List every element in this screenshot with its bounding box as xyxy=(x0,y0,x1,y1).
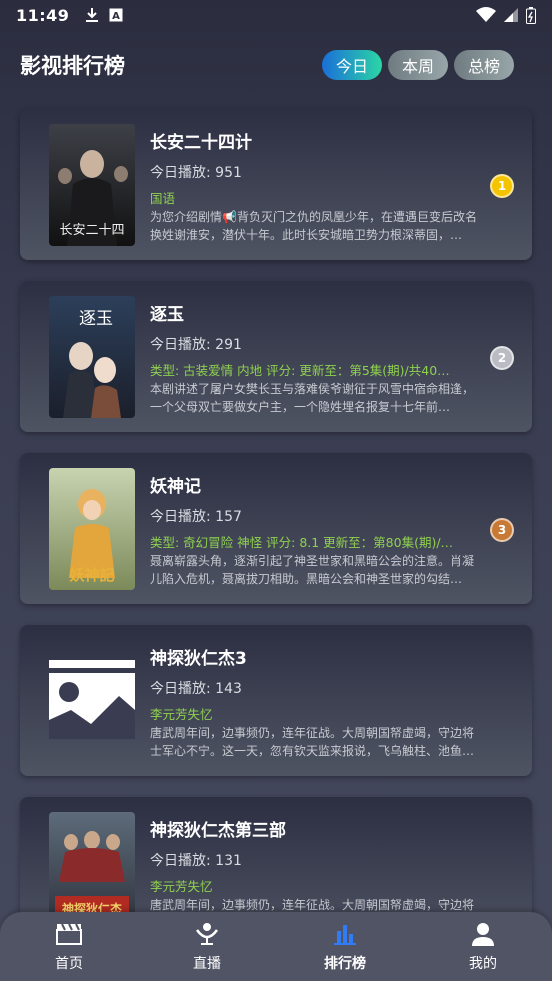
nav-profile[interactable]: 我的 xyxy=(423,921,543,973)
play-count: 今日播放: 131 xyxy=(150,853,242,869)
nav-ranking-label: 排行榜 xyxy=(324,955,366,972)
header: 影视排行榜 今日 本周 总榜 xyxy=(20,48,514,82)
svg-text:A: A xyxy=(113,11,121,22)
ranking-card[interactable]: 妖神記 妖神记 今日播放: 157 类型: 奇幻冒险 神怪 评分: 8.1 更新… xyxy=(20,453,532,604)
bar-chart-icon xyxy=(331,921,359,947)
play-count: 今日播放: 157 xyxy=(150,509,242,525)
image-placeholder-icon xyxy=(49,640,135,762)
card-description: 为您介绍剧情📢背负灭门之仇的凤凰少年，在遭遇巨变后改名换姓谢淮安，潜伏十年。此时… xyxy=(150,210,477,242)
card-tag: 国语 xyxy=(150,191,176,206)
card-tag: 类型: 古装爱情 内地 评分: 更新至：第5集(期)/共40… xyxy=(150,363,450,378)
play-count: 今日播放: 143 xyxy=(150,681,242,697)
ranking-card[interactable]: 神探狄仁杰3 今日播放: 143 李元芳失忆 唐武周年间，边事频仍，连年征战。大… xyxy=(20,625,532,776)
user-icon xyxy=(469,921,497,947)
play-count: 今日播放: 951 xyxy=(150,165,242,181)
nav-profile-label: 我的 xyxy=(469,955,497,972)
live-icon xyxy=(193,921,221,947)
nav-live[interactable]: 直播 xyxy=(147,921,267,973)
svg-text:长安二十四: 长安二十四 xyxy=(59,223,124,238)
card-tag: 类型: 奇幻冒险 神怪 评分: 8.1 更新至：第80集(期)/… xyxy=(150,535,454,550)
card-title: 神探狄仁杰3 xyxy=(150,649,247,669)
card-title: 长安二十四计 xyxy=(150,133,252,153)
tab-today[interactable]: 今日 xyxy=(321,50,382,80)
card-tag: 李元芳失忆 xyxy=(150,879,213,894)
status-bar: 11:49 A xyxy=(0,0,552,30)
poster-image: 逐玉 xyxy=(49,296,135,418)
card-title: 逐玉 xyxy=(150,305,184,325)
clapperboard-icon xyxy=(55,921,83,947)
nav-ranking[interactable]: 排行榜 xyxy=(285,921,405,973)
signal-icon xyxy=(504,8,518,22)
svg-text:妖神記: 妖神記 xyxy=(69,566,114,584)
poster-image: 长安二十四 xyxy=(49,124,135,246)
wifi-icon xyxy=(476,7,496,22)
status-time: 11:49 xyxy=(16,5,70,25)
svg-text:逐玉: 逐玉 xyxy=(79,309,113,329)
tab-week[interactable]: 本周 xyxy=(387,50,448,80)
rank-badge: 1 xyxy=(490,174,514,198)
card-description: 聂离崭露头角，逐渐引起了神圣世家和黑暗公会的注意。肖凝儿陷入危机，聂离拔刀相助。… xyxy=(150,554,475,586)
tab-all-time[interactable]: 总榜 xyxy=(453,50,514,80)
nav-home[interactable]: 首页 xyxy=(9,921,129,973)
notification-a-icon: A xyxy=(109,8,123,22)
play-count: 今日播放: 291 xyxy=(150,337,242,353)
download-icon xyxy=(86,8,99,22)
battery-icon xyxy=(526,6,536,24)
ranking-list: 长安二十四 长安二十四计 今日播放: 951 国语 为您介绍剧情📢背负灭门之仇的… xyxy=(20,109,532,969)
card-description: 本剧讲述了屠户女樊长玉与落难侯爷谢征于风雪中宿命相逢，一个父母双亡要做女户主，一… xyxy=(150,382,475,414)
rank-badge: 3 xyxy=(490,518,514,542)
rank-badge: 2 xyxy=(490,346,514,370)
ranking-card[interactable]: 长安二十四 长安二十四计 今日播放: 951 国语 为您介绍剧情📢背负灭门之仇的… xyxy=(20,109,532,260)
page-title: 影视排行榜 xyxy=(20,54,125,78)
card-tag: 李元芳失忆 xyxy=(150,707,213,722)
bottom-nav: 首页 直播 排行榜 我的 xyxy=(0,912,552,981)
card-description: 唐武周年间，边事频仍，连年征战。大周朝国帑虚竭，守边将士军心不宁。这一天，忽有钦… xyxy=(150,726,475,758)
ranking-tabs: 今日 本周 总榜 xyxy=(321,50,514,80)
card-title: 神探狄仁杰第三部 xyxy=(150,821,286,841)
nav-live-label: 直播 xyxy=(193,955,221,972)
card-title: 妖神记 xyxy=(150,477,201,497)
nav-home-label: 首页 xyxy=(55,955,83,972)
ranking-card[interactable]: 逐玉 逐玉 今日播放: 291 类型: 古装爱情 内地 评分: 更新至：第5集(… xyxy=(20,281,532,432)
poster-image: 妖神記 xyxy=(49,468,135,590)
